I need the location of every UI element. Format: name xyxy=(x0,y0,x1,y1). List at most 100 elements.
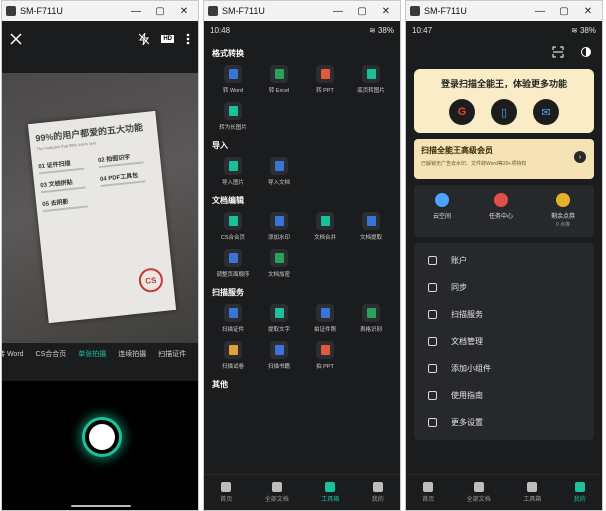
nav-mine-icon xyxy=(574,482,585,492)
window-controls: — ▢ ✕ xyxy=(124,1,196,21)
tool-item[interactable]: 表格识别 xyxy=(348,304,394,333)
tool-item[interactable]: 添加水印 xyxy=(256,212,302,241)
tool-grid: 转 Word 转 Excel 转 PPT 底页转图片转为长图片 xyxy=(210,65,394,131)
tool-item[interactable]: 文档提取 xyxy=(348,212,394,241)
vip-banner[interactable]: 扫描全能王高级会员 已解锁无广告去水印、文件转Word等20+项特权 › xyxy=(414,139,594,179)
nav-toolbox[interactable]: 工具箱 xyxy=(321,482,339,503)
nav-home[interactable]: 首页 xyxy=(220,482,232,503)
tool-label: 导入文档 xyxy=(267,180,290,186)
tool-icon xyxy=(270,65,288,83)
task-center-button[interactable]: 任务中心 xyxy=(489,193,513,220)
minimize-button[interactable]: — xyxy=(528,6,552,17)
coupon-button[interactable]: 剩余点券 0 点券 xyxy=(551,193,575,228)
maximize-button[interactable]: ▢ xyxy=(552,6,576,17)
tool-item[interactable]: 拍 PPT xyxy=(302,341,348,370)
minimize-button[interactable]: — xyxy=(124,6,148,17)
maximize-button[interactable]: ▢ xyxy=(148,6,172,17)
nav-mine[interactable]: 我的 xyxy=(372,482,384,503)
login-card[interactable]: 登录扫描全能王，体验更多功能 G ▯ ✉ xyxy=(414,69,594,133)
mode-id-scan[interactable]: 扫描证件 xyxy=(158,349,186,365)
close-window-button[interactable]: ✕ xyxy=(374,6,398,17)
nav-all-docs[interactable]: 全部文档 xyxy=(467,482,491,503)
tool-icon xyxy=(270,212,288,230)
flash-off-icon[interactable] xyxy=(139,33,150,45)
email-login-icon[interactable]: ✉ xyxy=(533,99,559,125)
titlebar[interactable]: SM-F711U — ▢ ✕ xyxy=(2,1,198,21)
camera-viewfinder[interactable]: 99%的用户都爱的五大功能 The Features that 99% user… xyxy=(2,73,198,343)
cs-stamp: CS xyxy=(137,267,165,294)
tool-item[interactable]: 转为长图片 xyxy=(210,102,256,131)
cloud-space-button[interactable]: 云空间 xyxy=(433,193,451,220)
tool-item[interactable]: 扫描书籍 xyxy=(256,341,302,370)
quick-sub: 0 点券 xyxy=(555,222,571,228)
settings-menu: 账户 同步 扫描服务 文档管理 添加小组件使用指南更多设置 xyxy=(414,243,594,440)
tool-icon xyxy=(270,249,288,267)
tool-item[interactable]: 转 PPT xyxy=(302,65,348,94)
mode-continuous[interactable]: 连续拍摄 xyxy=(118,349,146,365)
phone-login-icon[interactable]: ▯ xyxy=(491,99,517,125)
tool-icon xyxy=(362,304,380,322)
tool-item[interactable]: 提取文字 xyxy=(256,304,302,333)
doc-item: 03 文档拼贴 xyxy=(40,174,97,194)
menu-label: 更多设置 xyxy=(451,418,483,427)
google-login-icon[interactable]: G xyxy=(449,99,475,125)
tool-item[interactable]: 转 Word xyxy=(210,65,256,94)
theme-icon[interactable] xyxy=(580,46,592,58)
shutter-inner xyxy=(89,424,115,450)
menu-label: 使用指南 xyxy=(451,391,483,400)
close-icon[interactable] xyxy=(10,33,22,45)
menu-account[interactable]: 账户 xyxy=(414,247,594,274)
nav-mine[interactable]: 我的 xyxy=(574,482,586,503)
nav-label: 首页 xyxy=(422,497,435,503)
tool-item[interactable]: CS合合页 xyxy=(210,212,256,241)
tool-label: 扫描书籍 xyxy=(267,364,290,370)
tool-item[interactable]: 底页转图片 xyxy=(348,65,394,94)
menu-guide[interactable]: 使用指南 xyxy=(414,382,594,409)
nav-toolbox[interactable]: 工具箱 xyxy=(523,482,541,503)
tool-item[interactable]: 扫描证件 xyxy=(210,304,256,333)
chevron-right-icon[interactable]: › xyxy=(574,151,586,163)
menu-sync[interactable]: 同步 xyxy=(414,274,594,301)
tool-item[interactable]: 导入文档 xyxy=(256,157,302,186)
nav-all-docs[interactable]: 全部文档 xyxy=(265,482,289,503)
status-time: 10:47 xyxy=(412,25,433,35)
titlebar[interactable]: SM-F711U — ▢ ✕ xyxy=(204,1,400,21)
tool-item[interactable]: 导入图片 xyxy=(210,157,256,186)
nav-label: 首页 xyxy=(220,497,233,503)
tool-item[interactable]: 转 Excel xyxy=(256,65,302,94)
tool-icon xyxy=(270,304,288,322)
tool-item[interactable]: 文档合并 xyxy=(302,212,348,241)
mode-cs-page[interactable]: CS合合页 xyxy=(36,349,67,365)
close-window-button[interactable]: ✕ xyxy=(172,6,196,17)
cloud-space-button-icon xyxy=(434,193,449,207)
tool-item[interactable]: 扫描试卷 xyxy=(210,341,256,370)
doc-item: 04 PDF工具包 xyxy=(99,168,156,187)
more-icon[interactable] xyxy=(186,33,190,45)
hd-icon[interactable]: HD xyxy=(161,35,174,43)
tool-item[interactable]: 文档加密 xyxy=(256,249,302,278)
mode-to-word[interactable]: 转 Word xyxy=(2,349,24,365)
menu-guide-icon xyxy=(428,391,437,400)
maximize-button[interactable]: ▢ xyxy=(350,6,374,17)
mode-single-shot[interactable]: 单张拍摄 xyxy=(78,349,106,365)
scan-icon[interactable] xyxy=(552,46,564,58)
menu-add-widget[interactable]: 添加小组件 xyxy=(414,355,594,382)
tool-label: 调整页面顺序 xyxy=(216,272,250,278)
nav-home[interactable]: 首页 xyxy=(422,482,434,503)
shutter-button[interactable] xyxy=(82,417,122,457)
camera-toolbar: HD xyxy=(2,21,198,57)
menu-more-settings[interactable]: 更多设置 xyxy=(414,409,594,436)
doc-item: 05 去阴影 xyxy=(42,193,99,213)
titlebar[interactable]: SM-F711U — ▢ ✕ xyxy=(406,1,602,21)
minimize-button[interactable]: — xyxy=(326,6,350,17)
menu-doc-manage[interactable]: 文档管理 xyxy=(414,328,594,355)
nav-label: 工具箱 xyxy=(523,497,542,503)
close-window-button[interactable]: ✕ xyxy=(576,6,600,17)
shutter-area xyxy=(2,381,198,510)
menu-scan-service[interactable]: 扫描服务 xyxy=(414,301,594,328)
tool-label: 文档加密 xyxy=(267,272,290,278)
toolbox-window: SM-F711U — ▢ ✕ 10:48 ≋ 38% 格式转换转 Word 转 E… xyxy=(203,0,401,511)
tool-label: 表格识别 xyxy=(359,327,382,333)
tool-item[interactable]: 拍证件照 xyxy=(302,304,348,333)
tool-item[interactable]: 调整页面顺序 xyxy=(210,249,256,278)
